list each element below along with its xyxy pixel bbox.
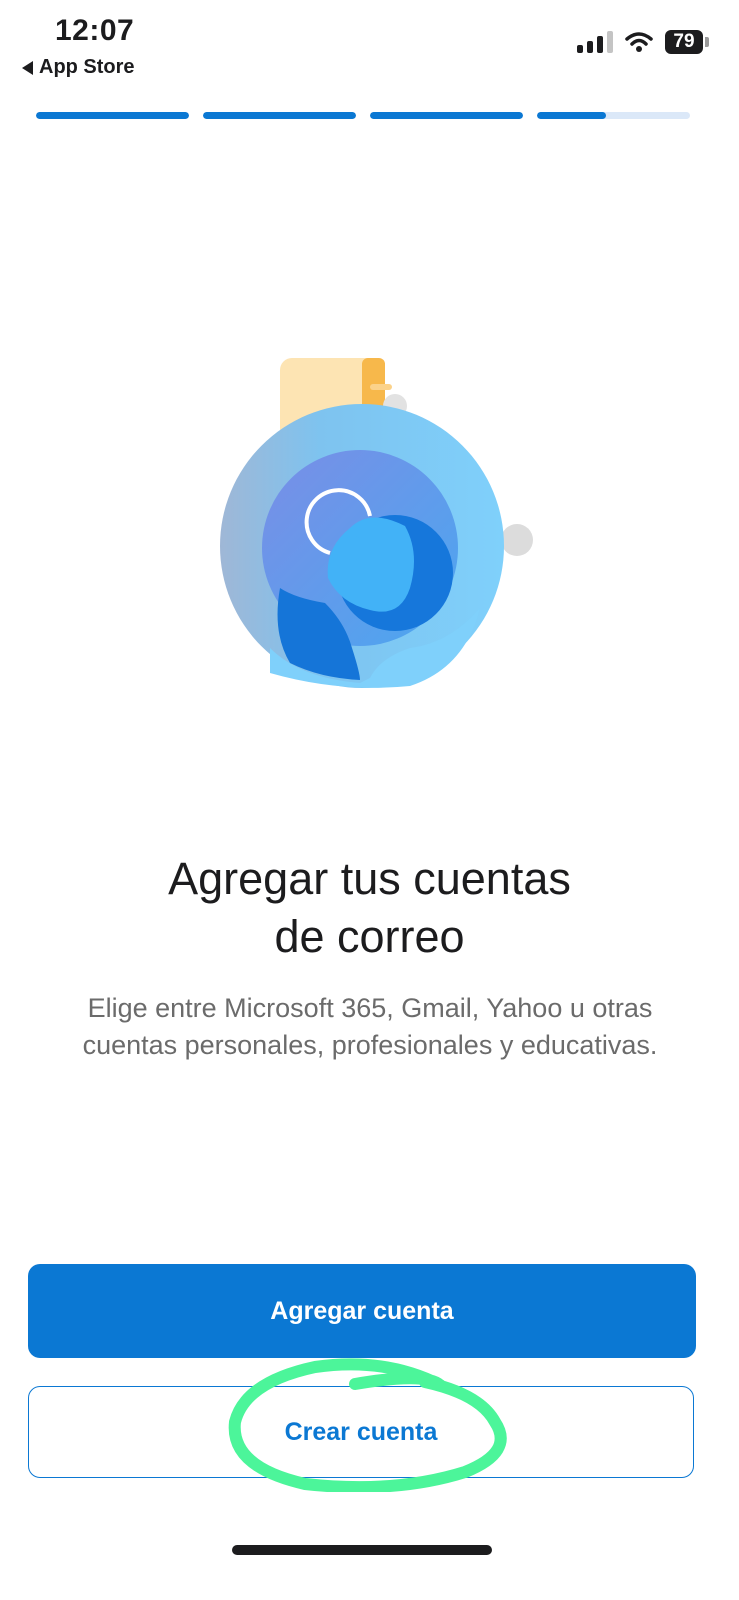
page-subtitle: Elige entre Microsoft 365, Gmail, Yahoo … xyxy=(82,993,658,1060)
title-line-1: Agregar tus cuentas xyxy=(168,853,571,904)
home-indicator[interactable] xyxy=(232,1545,492,1555)
back-to-app-store-link[interactable]: App Store xyxy=(22,56,135,79)
battery-icon: 79 xyxy=(665,30,709,54)
add-account-button[interactable]: Agregar cuenta xyxy=(28,1264,696,1358)
back-app-label: App Store xyxy=(39,56,135,78)
accounts-illustration xyxy=(220,358,533,688)
wifi-icon xyxy=(625,32,653,52)
title-line-2: de correo xyxy=(274,911,465,962)
signal-icon xyxy=(577,31,613,53)
status-icons: 79 xyxy=(577,30,709,54)
battery-level: 79 xyxy=(665,30,703,54)
back-triangle-icon xyxy=(22,60,33,75)
onboarding-progress xyxy=(36,112,690,119)
progress-segment xyxy=(370,112,523,119)
page-title: Agregar tus cuentas de correo xyxy=(0,850,739,966)
create-account-button[interactable]: Crear cuenta xyxy=(28,1386,694,1478)
progress-segment xyxy=(537,112,690,119)
status-time: 12:07 xyxy=(55,14,135,47)
progress-segment xyxy=(36,112,189,119)
progress-segment xyxy=(203,112,356,119)
